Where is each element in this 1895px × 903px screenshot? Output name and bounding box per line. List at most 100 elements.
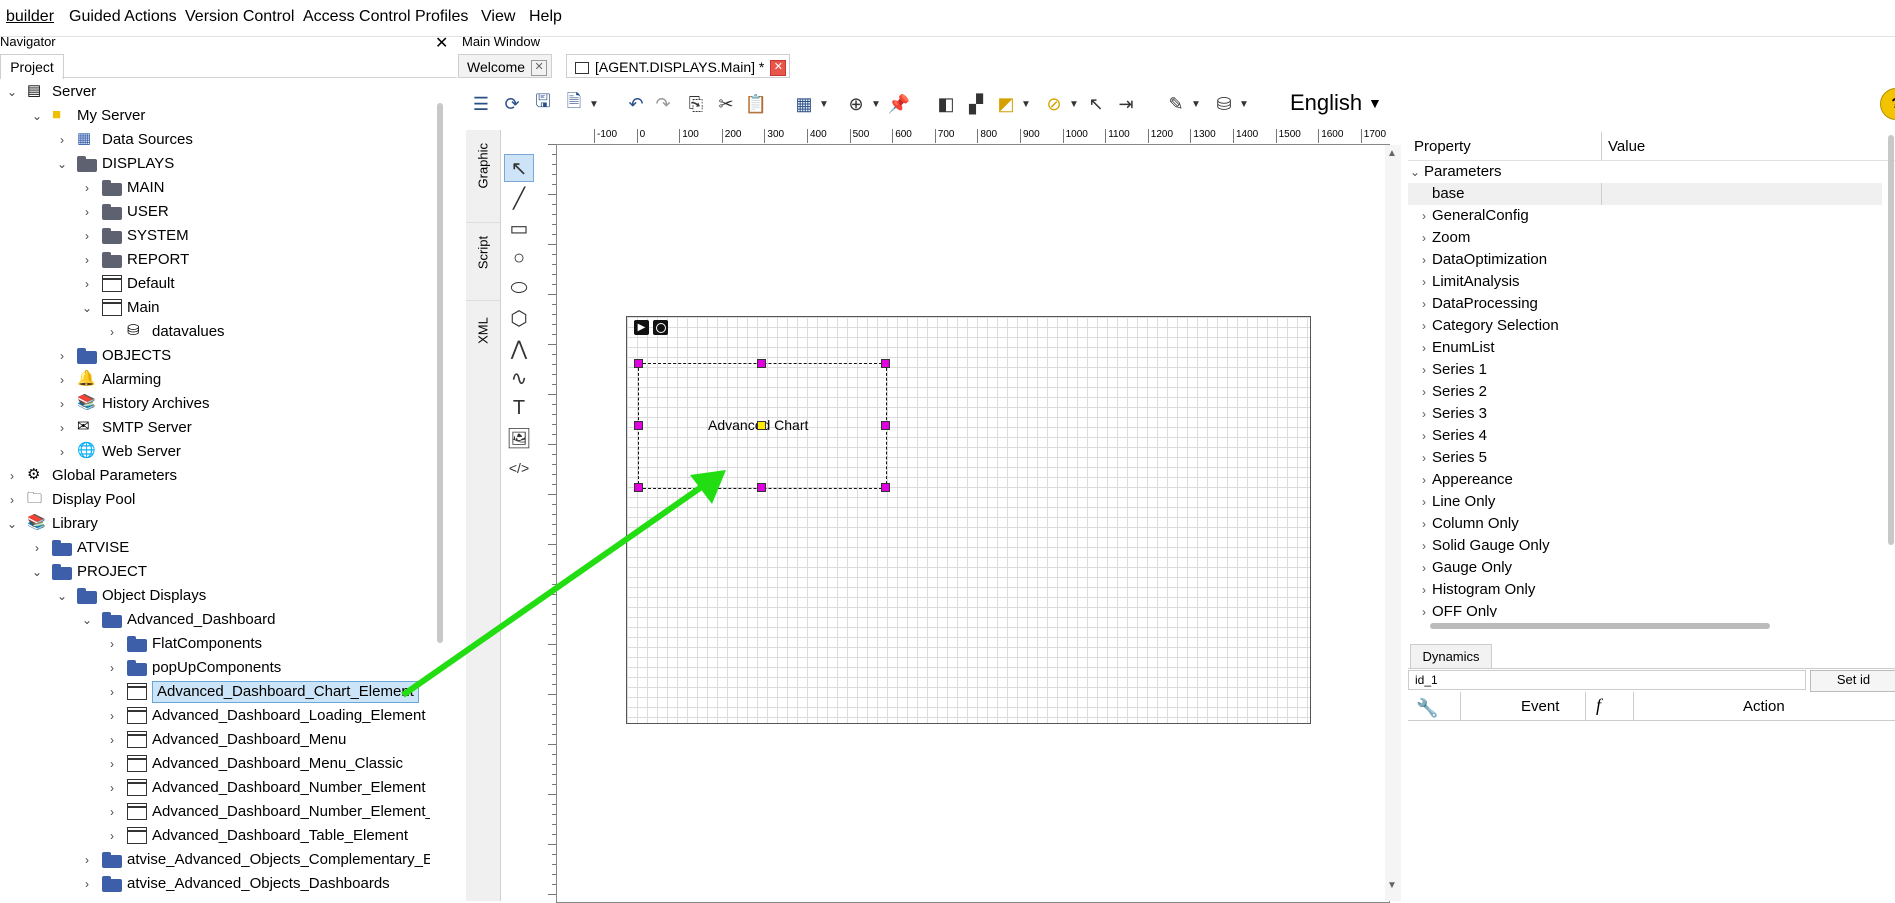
tree-item[interactable]: ⌄ 📚 Library [0, 512, 430, 536]
code-tool-icon[interactable]: </> [504, 454, 534, 482]
tree-item[interactable]: ⌄ PROJECT [0, 560, 430, 584]
text-tool-icon[interactable]: T [504, 394, 534, 422]
tree-item[interactable]: › ▦ Data Sources [0, 128, 430, 152]
tree-item[interactable]: › USER [0, 200, 430, 224]
chevron-down-icon[interactable]: ⌄ [31, 560, 43, 584]
tree-item[interactable]: ⌄ Main [0, 296, 430, 320]
paste-icon[interactable]: 📋 [742, 90, 770, 118]
tree-scrollbar[interactable] [437, 103, 443, 643]
clock-icon[interactable] [653, 320, 668, 335]
menu-guided-actions[interactable]: Guided Actions [69, 8, 177, 26]
select-tool-icon[interactable]: ↖ [504, 154, 534, 182]
bring-front-icon[interactable]: ◧ [932, 90, 960, 118]
chevron-down-icon[interactable]: ▼ [1182, 90, 1210, 118]
chevron-down-icon[interactable]: ▼ [810, 90, 838, 118]
chevron-right-icon[interactable]: › [106, 320, 118, 344]
tree-item[interactable]: › 🔔 Alarming [0, 368, 430, 392]
tree-item[interactable]: › 🌐 Web Server [0, 440, 430, 464]
set-id-button[interactable]: Set id [1810, 670, 1895, 692]
menu-view[interactable]: View [481, 8, 515, 26]
chevron-down-icon[interactable]: ⌄ [81, 608, 93, 632]
chevron-right-icon[interactable]: › [81, 248, 93, 272]
chevron-right-icon[interactable]: › [6, 464, 18, 488]
chevron-right-icon[interactable]: › [56, 416, 68, 440]
tree-item[interactable]: › ⛁ datavalues [0, 320, 430, 344]
resize-handle[interactable] [634, 421, 643, 430]
chevron-right-icon[interactable]: › [106, 704, 118, 728]
resize-handle[interactable] [757, 483, 766, 492]
tree-item[interactable]: › Advanced_Dashboard_Menu_Classic [0, 752, 430, 776]
tree-item[interactable]: › atvise_Advanced_Objects_Dashboards [0, 872, 430, 896]
tree-item[interactable]: › FlatComponents [0, 632, 430, 656]
chevron-right-icon[interactable]: › [81, 272, 93, 296]
tree-item[interactable]: › Advanced_Dashboard_Menu [0, 728, 430, 752]
properties-scrollbar[interactable] [1888, 135, 1894, 545]
property-group[interactable]: › EnumList [1408, 337, 1882, 359]
chevron-right-icon[interactable]: › [106, 728, 118, 752]
tree-item[interactable]: › Advanced_Dashboard_Number_Element_2 [0, 800, 430, 824]
property-group[interactable]: › GeneralConfig [1408, 205, 1882, 227]
chevron-right-icon[interactable]: › [1422, 359, 1426, 381]
tree-item[interactable]: › REPORT [0, 248, 430, 272]
line-tool-icon[interactable]: ╱ [504, 184, 534, 212]
tree-item[interactable]: › Default [0, 272, 430, 296]
tab-project[interactable]: Project [0, 54, 64, 79]
id-input[interactable] [1408, 670, 1806, 690]
chevron-right-icon[interactable]: › [1422, 381, 1426, 403]
chevron-right-icon[interactable]: › [31, 536, 43, 560]
chevron-right-icon[interactable]: › [81, 200, 93, 224]
chevron-down-icon[interactable]: ⌄ [81, 296, 93, 320]
close-icon[interactable]: ✕ [435, 33, 448, 53]
import-icon[interactable]: ⇥ [1112, 90, 1140, 118]
resize-handle[interactable] [881, 359, 890, 368]
scroll-up-icon[interactable]: ▲ [1387, 148, 1397, 159]
pointer-icon[interactable]: ↖ [1082, 90, 1110, 118]
pin-icon[interactable]: 📌 [885, 90, 913, 118]
menu-access-control[interactable]: Access Control [303, 8, 411, 26]
property-group[interactable]: › Series 4 [1408, 425, 1882, 447]
tree-item[interactable]: ⌄ Advanced_Dashboard [0, 608, 430, 632]
chevron-right-icon[interactable]: › [1422, 271, 1426, 293]
chevron-right-icon[interactable]: › [1422, 293, 1426, 315]
menu-builder[interactable]: builder [6, 8, 54, 26]
chevron-right-icon[interactable]: › [1422, 535, 1426, 557]
chevron-right-icon[interactable]: › [56, 392, 68, 416]
tree-item[interactable]: › ✉ SMTP Server [0, 416, 430, 440]
tree-item[interactable]: › 📚 History Archives [0, 392, 430, 416]
undo-icon[interactable]: ↶ [622, 90, 650, 118]
chevron-right-icon[interactable]: › [1422, 227, 1426, 249]
chevron-right-icon[interactable]: › [1422, 469, 1426, 491]
tab-welcome[interactable]: Welcome ✕ [458, 54, 552, 78]
chevron-right-icon[interactable]: › [106, 680, 118, 704]
chevron-down-icon[interactable]: ▼ [580, 90, 608, 118]
property-group[interactable]: › Column Only [1408, 513, 1882, 535]
chevron-right-icon[interactable]: › [56, 128, 68, 152]
chevron-right-icon[interactable]: › [81, 848, 93, 872]
tree-item-selected[interactable]: › Advanced_Dashboard_Chart_Element [0, 680, 430, 704]
group-icon[interactable]: ▞ [962, 90, 990, 118]
property-group[interactable]: › DataOptimization [1408, 249, 1882, 271]
chevron-right-icon[interactable]: › [1422, 447, 1426, 469]
chevron-right-icon[interactable]: › [1422, 205, 1426, 227]
property-group[interactable]: › Gauge Only [1408, 557, 1882, 579]
chevron-right-icon[interactable]: › [106, 656, 118, 680]
language-select[interactable]: English [1290, 90, 1362, 116]
tree-item[interactable]: › popUpComponents [0, 656, 430, 680]
chevron-down-icon[interactable]: ▼ [1012, 90, 1040, 118]
tree-item[interactable]: ⌄ ▤ Server [0, 80, 430, 104]
scroll-down-icon[interactable]: ▼ [1387, 880, 1397, 891]
canvas-scrollbar[interactable] [1385, 145, 1401, 901]
chevron-down-icon[interactable]: ⌄ [6, 512, 18, 536]
tree-item[interactable]: ⌄ ■ My Server [0, 104, 430, 128]
tree-item[interactable]: › atvise_Advanced_Objects_Complementary_E… [0, 848, 430, 872]
resize-handle[interactable] [634, 359, 643, 368]
resize-handle[interactable] [634, 483, 643, 492]
chevron-right-icon[interactable]: › [106, 824, 118, 848]
chevron-right-icon[interactable]: › [81, 176, 93, 200]
tree-item[interactable]: › Advanced_Dashboard_Table_Element [0, 824, 430, 848]
play-icon[interactable]: ▶ [634, 320, 649, 335]
tree-item[interactable]: › MAIN [0, 176, 430, 200]
tree-item[interactable]: › ATVISE [0, 536, 430, 560]
chevron-right-icon[interactable]: › [106, 800, 118, 824]
chevron-right-icon[interactable]: › [56, 368, 68, 392]
